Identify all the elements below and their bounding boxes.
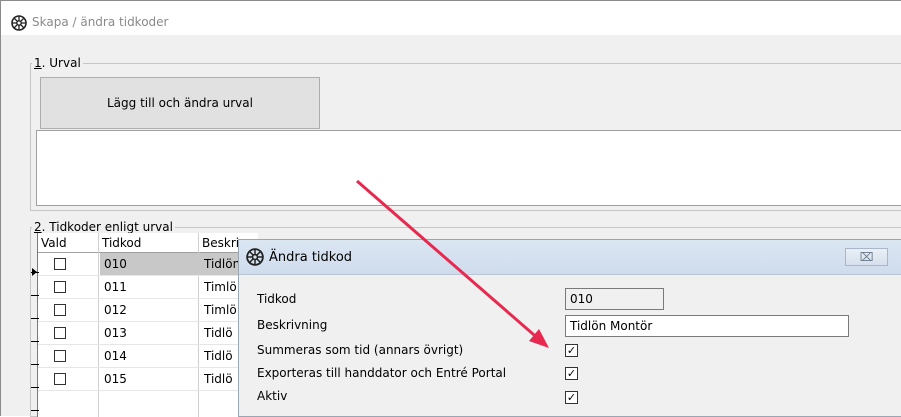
table-row[interactable]: 011 Timlö [38,276,258,299]
exporteras-checkbox[interactable]: ✓ [565,367,578,380]
row-checkbox[interactable] [54,373,66,385]
table-row[interactable]: 013 Tidlö [38,322,258,345]
add-change-selection-button[interactable]: Lägg till och ändra urval [40,77,320,129]
aktiv-checkbox[interactable]: ✓ [565,391,578,404]
beskrivning-label: Beskrivning [257,318,328,332]
selection-panel [36,130,901,206]
urval-group-label: 1. Urval [32,56,83,70]
row-checkbox[interactable] [54,327,66,339]
row-checkbox[interactable] [54,304,66,316]
checkmark-icon: ✓ [566,344,577,357]
window-title: Skapa / ändra tidkoder [32,15,169,29]
checkmark-icon: ✓ [566,367,577,380]
row-tidkod: 014 [104,349,127,363]
row-checkbox[interactable] [54,281,66,293]
col-header-vald[interactable]: Vald [41,236,67,250]
edit-tidkod-dialog: Ändra tidkod ⌧ Tidkod 010 Beskrivning Ti… [238,239,901,417]
tidkod-grid: Vald Tidkod Beskri 010 Tidlön 011 Timlö … [37,233,258,417]
main-window: Skapa / ändra tidkoder 1. Urval Lägg til… [0,0,901,417]
table-row[interactable]: 010 Tidlön [38,253,258,276]
row-checkbox[interactable] [54,350,66,362]
row-tidkod: 013 [104,326,127,340]
tidkoder-group-label: 2. Tidkoder enligt urval [32,220,175,234]
row-tidkod: 010 [100,253,200,275]
table-row[interactable]: 014 Tidlö [38,345,258,368]
summeras-checkbox[interactable]: ✓ [565,344,578,357]
app-logo-icon [246,248,264,266]
dialog-titlebar: Ändra tidkod ⌧ [239,240,901,275]
window-titlebar: Skapa / ändra tidkoder [1,1,901,35]
row-tidkod: 015 [104,372,127,386]
row-checkbox[interactable] [54,258,66,270]
close-icon: ⌧ [859,250,874,264]
beskrivning-field[interactable]: Tidlön Montör [565,315,849,337]
row-tidkod: 011 [104,280,127,294]
app-logo-icon [11,15,27,31]
table-row[interactable]: 012 Timlö [38,299,258,322]
row-header-markers [31,252,39,417]
row-tidkod: 012 [104,303,127,317]
checkmark-icon: ✓ [566,391,577,404]
aktiv-label: Aktiv [257,389,288,403]
summeras-label: Summeras som tid (annars övrigt) [257,343,464,357]
col-header-tidkod[interactable]: Tidkod [102,236,141,250]
grid-header: Vald Tidkod Beskri [38,233,258,253]
tidkod-field[interactable]: 010 [565,288,664,310]
col-header-beskrivning[interactable]: Beskri [202,236,239,250]
table-row[interactable]: 015 Tidlö [38,368,258,391]
close-button[interactable]: ⌧ [845,248,888,266]
dialog-title: Ändra tidkod [269,250,353,265]
exporteras-label: Exporteras till handdator och Entré Port… [257,366,507,380]
tidkod-label: Tidkod [257,292,297,306]
